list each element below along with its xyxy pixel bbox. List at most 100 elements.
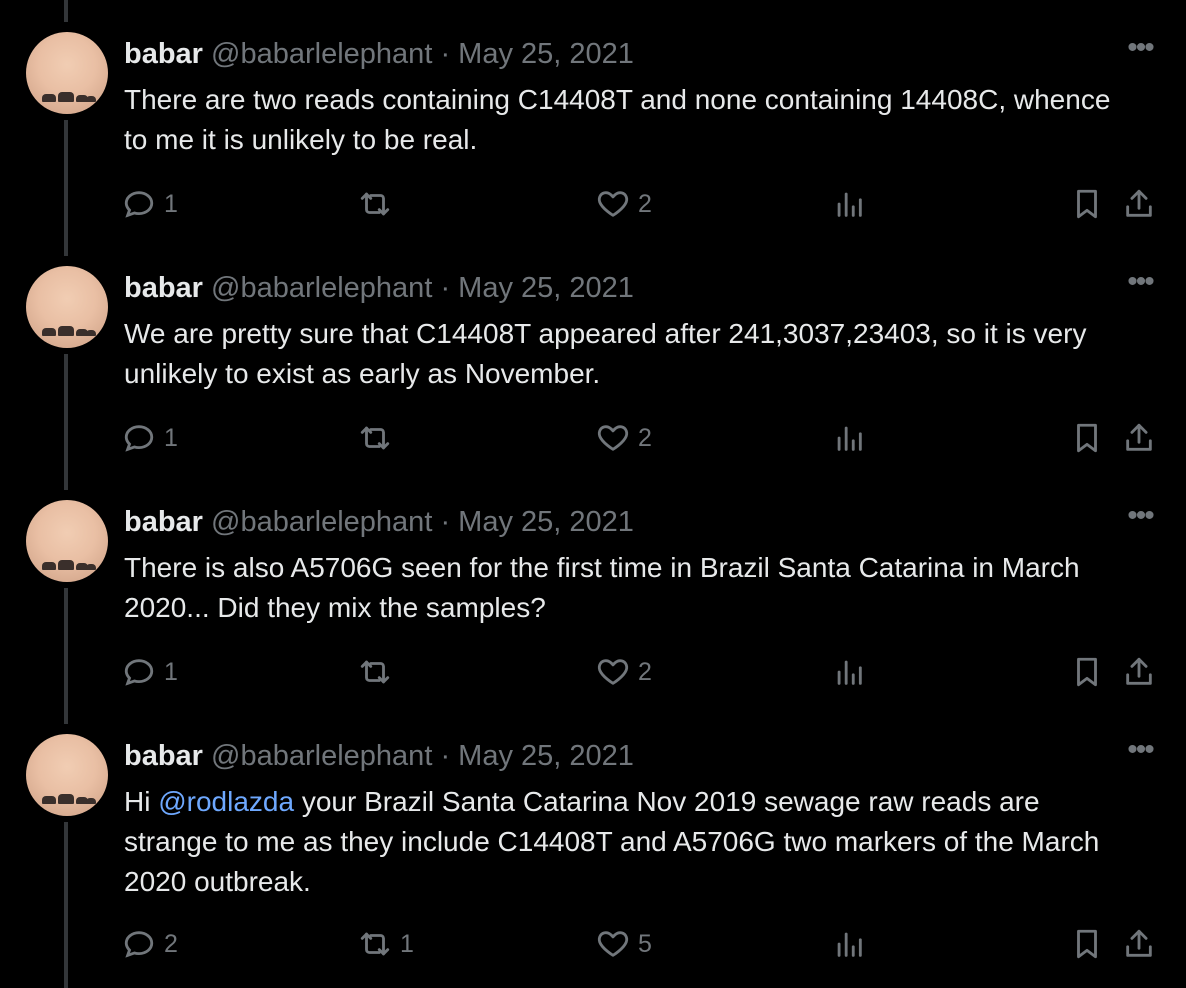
separator: · [440,740,451,772]
share-icon [1126,657,1152,685]
like-button[interactable]: 2 [596,652,652,692]
display-name[interactable]: babar [124,272,203,304]
handle[interactable]: @babarlelephant [211,740,432,772]
tweet-text-part: Hi [124,786,159,817]
tweet-header: babar @babarlelephant · May 25, 2021 [124,504,634,540]
thread-line [64,0,68,22]
share-icon [1126,929,1152,957]
retweet-icon [360,932,390,956]
reply-button[interactable]: 1 [122,418,178,458]
mention-link[interactable]: @rodlazda [158,786,294,817]
tweet-header: babar @babarlelephant · May 25, 2021 [124,270,634,306]
bookmark-button[interactable] [1070,652,1104,692]
like-count: 5 [638,929,652,958]
avatar-elephants [36,324,98,336]
views-button[interactable] [832,418,866,458]
tweet-text: We are pretty sure that C14408T appeared… [124,314,1134,394]
action-bar: 2 1 5 [0,924,1186,964]
display-name[interactable]: babar [124,38,203,70]
retweet-button[interactable] [358,418,400,458]
bookmark-icon [1077,189,1097,219]
avatar-elephants [36,792,98,804]
heart-icon [597,191,629,217]
tweet-header: babar @babarlelephant · May 25, 2021 [124,36,634,72]
like-count: 2 [638,423,652,452]
reply-icon [124,425,154,452]
reply-button[interactable]: 1 [122,184,178,224]
heart-icon [597,931,629,957]
bookmark-icon [1077,929,1097,959]
retweet-count: 1 [400,929,414,958]
avatar-elephants [36,558,98,570]
bookmark-icon [1077,657,1097,687]
avatar[interactable] [26,32,108,114]
retweet-button[interactable]: 1 [358,924,414,964]
retweet-icon [360,660,390,684]
action-bar: 1 2 [0,184,1186,224]
tweet-text-part: There is also A5706G seen for the first … [124,552,1080,623]
more-icon[interactable]: ••• [1122,735,1158,768]
like-button[interactable]: 5 [596,924,652,964]
share-button[interactable] [1122,652,1156,692]
views-button[interactable] [832,924,866,964]
reply-count: 1 [164,657,178,686]
action-bar: 1 2 [0,418,1186,458]
retweet-button[interactable] [358,652,400,692]
views-icon [837,660,862,685]
tweet-text: There are two reads containing C14408T a… [124,80,1134,160]
avatar-elephants [36,90,98,102]
like-count: 2 [638,189,652,218]
avatar[interactable] [26,500,108,582]
reply-icon [124,659,154,686]
bookmark-icon [1077,423,1097,453]
share-button[interactable] [1122,418,1156,458]
views-icon [837,192,862,217]
share-button[interactable] [1122,924,1156,964]
more-icon[interactable]: ••• [1122,501,1158,534]
display-name[interactable]: babar [124,506,203,538]
avatar[interactable] [26,266,108,348]
handle[interactable]: @babarlelephant [211,38,432,70]
reply-count: 1 [164,423,178,452]
like-button[interactable]: 2 [596,184,652,224]
handle[interactable]: @babarlelephant [211,506,432,538]
share-icon [1126,189,1152,217]
like-button[interactable]: 2 [596,418,652,458]
views-button[interactable] [832,184,866,224]
separator: · [440,506,451,538]
reply-count: 1 [164,189,178,218]
more-icon[interactable]: ••• [1122,267,1158,300]
action-bar: 1 2 [0,652,1186,692]
heart-icon [597,659,629,685]
bookmark-button[interactable] [1070,418,1104,458]
display-name[interactable]: babar [124,740,203,772]
separator: · [440,38,451,70]
retweet-icon [360,426,390,450]
views-icon [837,932,862,957]
heart-icon [597,425,629,451]
separator: · [440,272,451,304]
retweet-icon [360,192,390,216]
views-icon [837,426,862,451]
tweet-text: Hi @rodlazda your Brazil Santa Catarina … [124,782,1134,902]
timestamp[interactable]: May 25, 2021 [458,506,634,538]
reply-button[interactable]: 2 [122,924,178,964]
avatar[interactable] [26,734,108,816]
views-button[interactable] [832,652,866,692]
bookmark-button[interactable] [1070,924,1104,964]
share-icon [1126,423,1152,451]
bookmark-button[interactable] [1070,184,1104,224]
reply-icon [124,191,154,218]
timestamp[interactable]: May 25, 2021 [458,740,634,772]
more-icon[interactable]: ••• [1122,33,1158,66]
reply-count: 2 [164,929,178,958]
tweet-text-part: There are two reads containing C14408T a… [124,84,1111,155]
share-button[interactable] [1122,184,1156,224]
reply-button[interactable]: 1 [122,652,178,692]
timestamp[interactable]: May 25, 2021 [458,272,634,304]
tweet-header: babar @babarlelephant · May 25, 2021 [124,738,634,774]
like-count: 2 [638,657,652,686]
handle[interactable]: @babarlelephant [211,272,432,304]
timestamp[interactable]: May 25, 2021 [458,38,634,70]
retweet-button[interactable] [358,184,400,224]
